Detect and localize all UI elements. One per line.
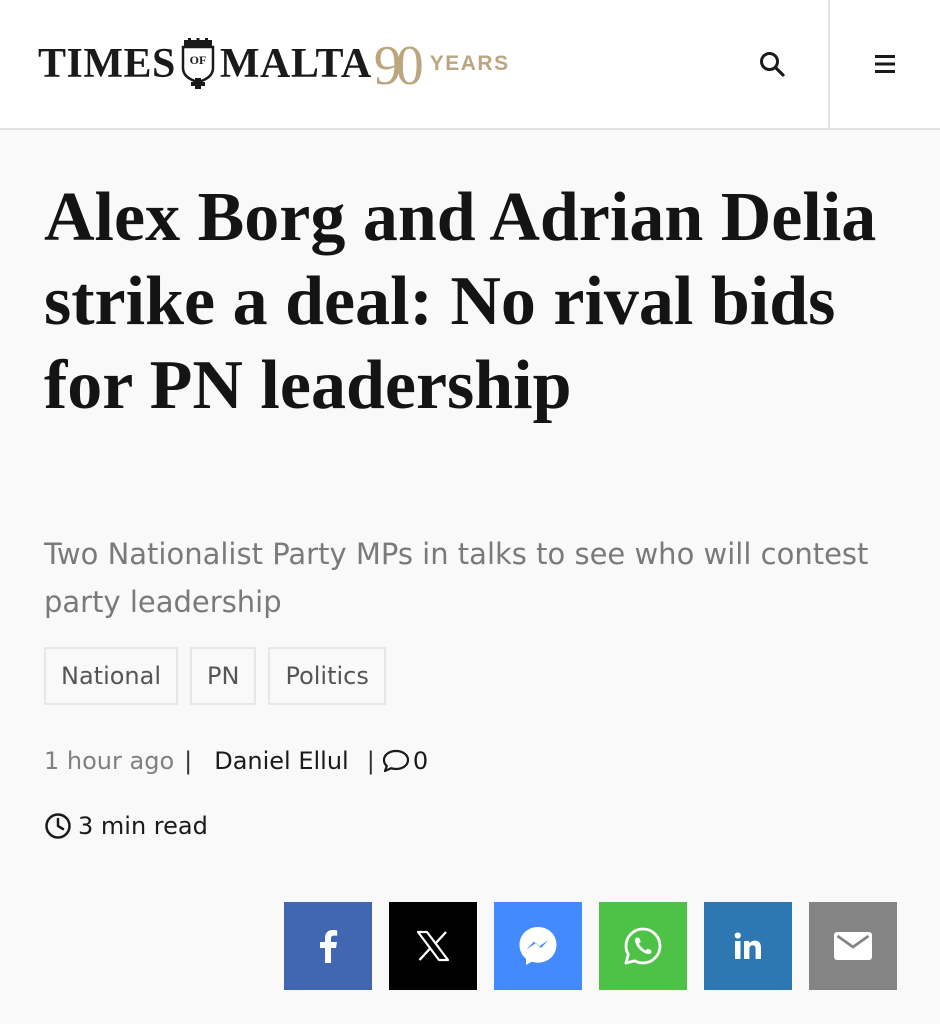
menu-button[interactable]	[828, 0, 940, 128]
share-email-button[interactable]	[809, 902, 897, 990]
messenger-icon	[519, 927, 557, 965]
comments-link[interactable]: 0	[381, 747, 428, 775]
site-header: TIMES OF MALTA 90 YEARS	[0, 0, 940, 130]
read-time-label: 3 min read	[78, 812, 208, 840]
share-x-button[interactable]	[389, 902, 477, 990]
article-headline: Alex Borg and Adrian Delia strike a deal…	[44, 179, 877, 424]
author-link[interactable]: Daniel Ellul	[214, 747, 349, 775]
anniversary-number: 90	[373, 35, 424, 97]
share-facebook-button[interactable]	[284, 902, 372, 990]
logo-word-times: TIMES	[38, 41, 176, 87]
linkedin-icon	[734, 932, 761, 959]
logo-word-malta: MALTA	[219, 41, 372, 87]
article-subheadline: Two Nationalist Party MPs in talks to se…	[44, 537, 869, 619]
hamburger-menu-icon	[875, 55, 895, 73]
share-bar	[284, 902, 897, 990]
tag-politics[interactable]: Politics	[268, 647, 386, 705]
whatsapp-icon	[624, 927, 662, 965]
site-logo[interactable]: TIMES OF MALTA 90 YEARS	[38, 34, 510, 94]
share-messenger-button[interactable]	[494, 902, 582, 990]
facebook-icon	[320, 930, 338, 963]
comment-count: 0	[412, 747, 429, 775]
meta-separator: |	[184, 747, 193, 775]
search-icon	[760, 52, 785, 77]
meta-separator: |	[366, 747, 375, 775]
email-icon	[834, 932, 872, 960]
tag-national[interactable]: National	[44, 647, 179, 705]
anniversary-badge: 90 YEARS	[374, 34, 510, 94]
clock-icon	[45, 813, 71, 839]
share-whatsapp-button[interactable]	[599, 902, 687, 990]
publish-time: 1 hour ago	[44, 747, 175, 775]
search-button[interactable]	[716, 0, 828, 128]
tag-pn[interactable]: PN	[190, 647, 257, 705]
crest-icon: OF	[181, 38, 215, 89]
tag-list: National PN Politics	[44, 647, 386, 705]
anniversary-label: YEARS	[429, 52, 510, 75]
crest-text: OF	[190, 53, 207, 67]
article-meta: 1 hour ago | Daniel Ellul | 0	[44, 742, 428, 780]
comment-icon	[382, 749, 409, 773]
share-linkedin-button[interactable]	[704, 902, 792, 990]
x-icon	[416, 930, 450, 962]
read-time: 3 min read	[44, 808, 208, 844]
